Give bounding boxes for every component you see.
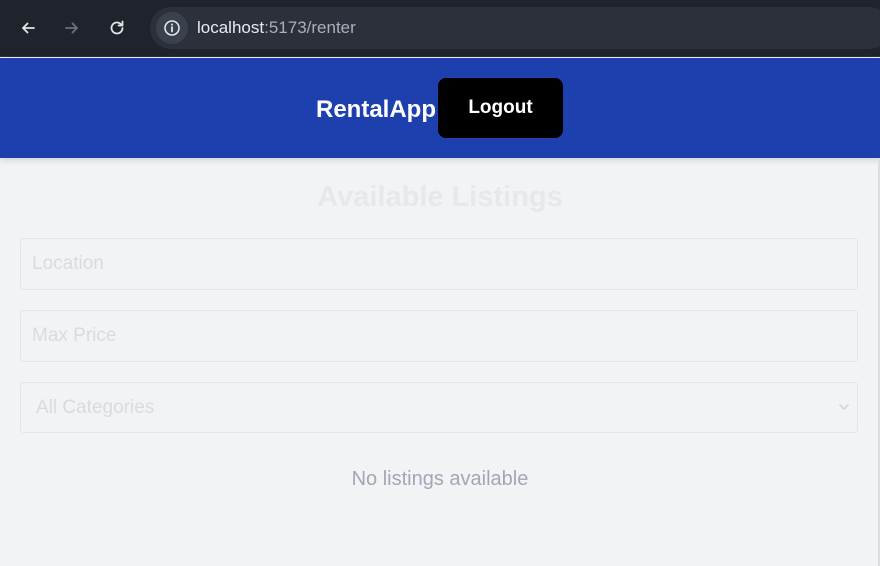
url-path: :5173/renter xyxy=(264,18,356,37)
reload-icon xyxy=(110,20,124,35)
arrow-right-icon xyxy=(65,22,78,34)
info-icon xyxy=(164,20,180,36)
reload-button[interactable] xyxy=(101,12,133,44)
back-button[interactable] xyxy=(12,12,44,44)
max-price-input[interactable] xyxy=(20,310,858,362)
arrow-left-icon xyxy=(22,22,35,34)
logout-button[interactable]: Logout xyxy=(438,78,563,138)
url-text[interactable]: localhost:5173/renter xyxy=(197,18,356,38)
empty-state-message: No listings available xyxy=(351,468,529,490)
url-host: localhost xyxy=(197,18,265,37)
forward-button[interactable] xyxy=(56,12,88,44)
brand-logo: RentalApp xyxy=(316,96,436,123)
location-input[interactable] xyxy=(20,238,858,290)
page-title: Available Listings xyxy=(317,181,563,213)
address-bar[interactable]: localhost:5173/renter xyxy=(150,7,880,49)
category-select-value: All Categories xyxy=(36,397,155,418)
category-select[interactable]: All Categories xyxy=(20,382,858,433)
app-header: RentalApp Logout xyxy=(0,58,880,158)
browser-toolbar: localhost:5173/renter xyxy=(0,0,880,57)
site-info-button[interactable] xyxy=(156,12,188,44)
chevron-down-icon xyxy=(839,404,849,410)
